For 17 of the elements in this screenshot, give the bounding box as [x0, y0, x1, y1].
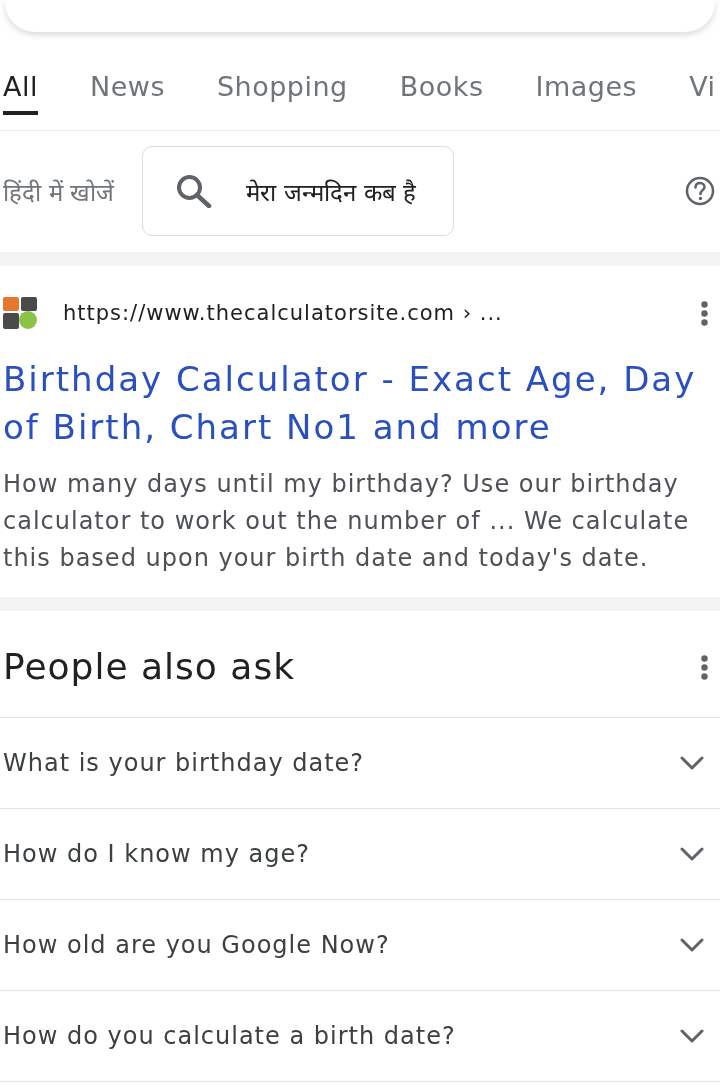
- result-snippet: How many days until my birthday? Use our birthday calculator to work out the number of ... We calculate this based upon your birth date and today's date.: [3, 469, 691, 574]
- result-title-link[interactable]: Birthday Calculator - Exact Age, Day of Birth, Chart No1 and more: [3, 355, 715, 451]
- more-options-icon[interactable]: [701, 654, 708, 680]
- calculator-icon: [3, 297, 37, 329]
- hindi-search-label: हिंदी में खोजें: [3, 177, 115, 208]
- more-options-icon[interactable]: [701, 300, 708, 326]
- search-icon: [176, 174, 213, 208]
- search-tab[interactable]: All: [3, 71, 38, 115]
- hindi-query-chip[interactable]: मेरा जन्मदिन कब है: [142, 146, 455, 236]
- search-tab[interactable]: News: [90, 71, 165, 115]
- section-heading: People also ask: [3, 645, 295, 689]
- result-url: https://www.thecalculatorsite.com › ...: [63, 301, 503, 325]
- search-tab[interactable]: Books: [399, 71, 484, 115]
- search-tab[interactable]: Images: [535, 71, 638, 115]
- help-icon[interactable]: [685, 176, 715, 206]
- search-tab[interactable]: Vi: [689, 71, 716, 115]
- search-tab[interactable]: Shopping: [216, 71, 348, 115]
